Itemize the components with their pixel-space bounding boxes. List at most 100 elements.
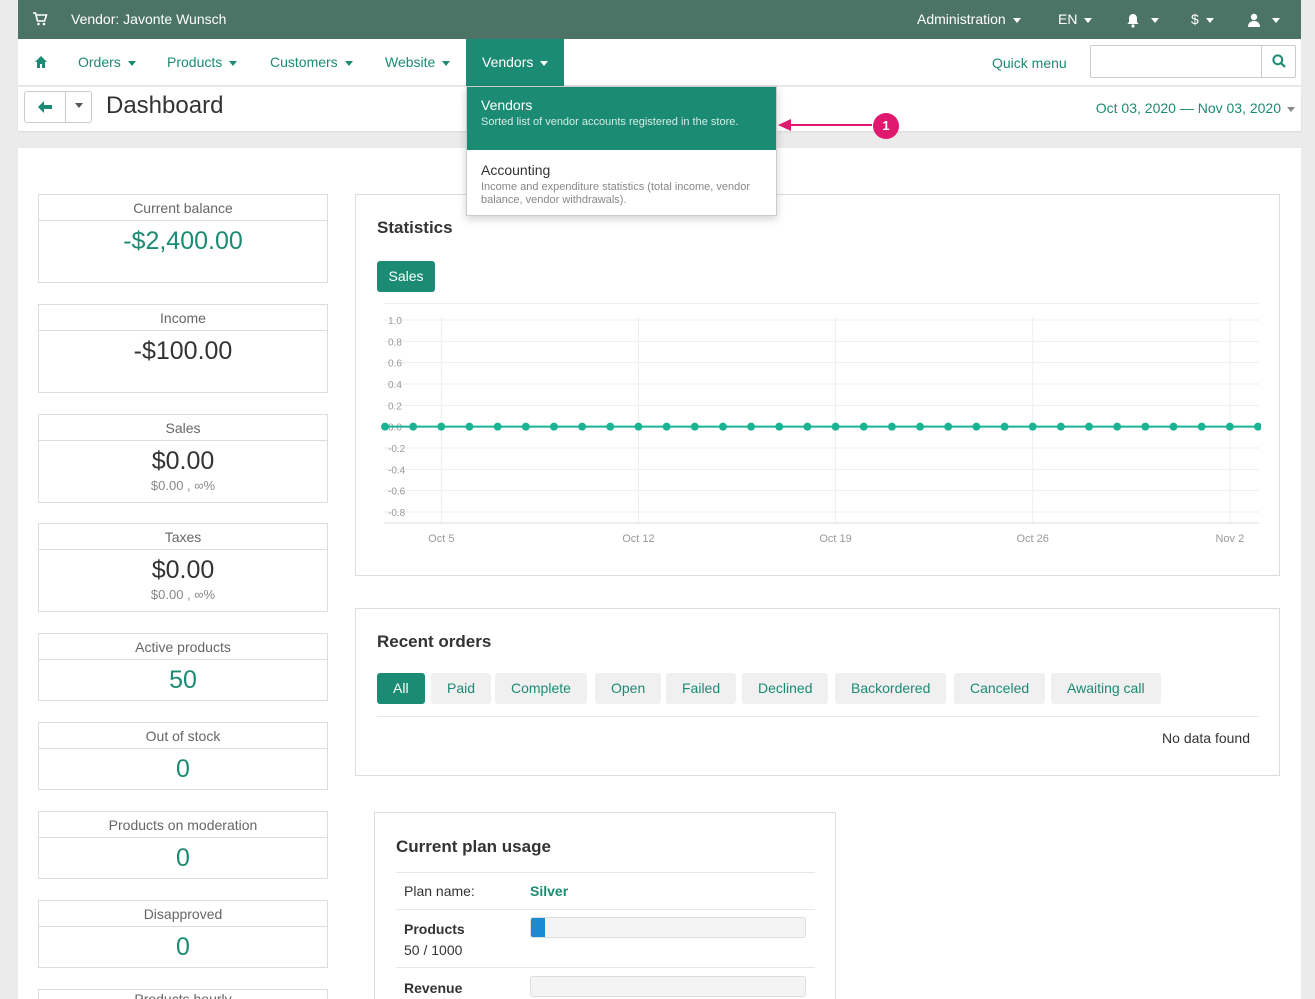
filter-open[interactable]: Open: [595, 673, 662, 704]
cart-icon[interactable]: [32, 11, 48, 27]
recent-orders-panel: Recent orders All Paid Complete Open Fai…: [355, 608, 1280, 776]
filter-declined[interactable]: Declined: [742, 673, 829, 704]
nav-website[interactable]: Website: [385, 39, 451, 86]
history-dropdown-button[interactable]: [65, 91, 92, 123]
y-tick-label: -0.4: [388, 465, 406, 476]
x-tick-label: Oct 19: [819, 533, 851, 545]
y-tick-label: 0.0: [388, 423, 402, 434]
filter-paid[interactable]: Paid: [431, 673, 492, 704]
stat-card-products-on-moderation[interactable]: Products on moderation 0: [38, 811, 328, 879]
filter-backordered[interactable]: Backordered: [835, 673, 947, 704]
annotation-badge: 1: [873, 113, 899, 139]
x-tick-label: Oct 12: [622, 533, 654, 545]
main-nav: Orders Products Customers Website Vendor…: [18, 39, 1301, 86]
back-button[interactable]: [24, 91, 66, 123]
menu-item-description: Sorted list of vendor accounts registere…: [481, 116, 739, 128]
data-point: [634, 422, 643, 431]
nav-orders[interactable]: Orders: [78, 39, 136, 86]
stat-value: $0.00: [151, 447, 215, 475]
data-point: [1254, 422, 1261, 431]
vendor-name: Vendor: Javonte Wunsch: [71, 11, 227, 27]
data-point: [718, 422, 727, 431]
data-point: [521, 422, 530, 431]
chevron-down-icon: [1012, 17, 1021, 23]
progress-fill: [531, 918, 545, 937]
menu-item-title: Vendors: [481, 97, 533, 113]
stat-card-current-balance: Current balance -$2,400.00: [38, 194, 328, 283]
administration-menu[interactable]: Administration: [917, 11, 1021, 27]
search-input[interactable]: [1091, 46, 1261, 77]
language-label: EN: [1058, 11, 1078, 27]
sales-tab[interactable]: Sales: [377, 261, 435, 292]
stat-label: Taxes: [39, 524, 327, 550]
plan-usage-panel: Current plan usage Plan name: Silver Pro…: [374, 812, 836, 999]
data-point: [831, 422, 840, 431]
data-point: [381, 422, 389, 431]
quick-menu-link[interactable]: Quick menu: [992, 55, 1067, 71]
data-point: [1197, 422, 1206, 431]
user-icon: [1248, 14, 1260, 28]
filter-complete[interactable]: Complete: [495, 673, 587, 704]
data-point: [775, 422, 784, 431]
filter-all[interactable]: All: [377, 673, 425, 704]
stat-card-taxes: Taxes $0.00 $0.00 , ∞%: [38, 523, 328, 612]
chevron-down-icon: [1272, 17, 1280, 23]
y-tick-label: -0.6: [388, 487, 406, 498]
stat-label: Disapproved: [39, 901, 327, 927]
data-point: [944, 422, 953, 431]
notifications-menu[interactable]: [1126, 11, 1159, 28]
chevron-down-icon: [1084, 17, 1093, 23]
data-point: [1225, 422, 1234, 431]
stat-value: 50: [169, 666, 197, 694]
divider: [396, 909, 815, 910]
top-bar: Vendor: Javonte Wunsch Administration EN…: [18, 0, 1301, 39]
stat-value: -$2,400.00: [123, 227, 243, 255]
nav-products[interactable]: Products: [167, 39, 238, 86]
filter-awaiting-call[interactable]: Awaiting call: [1051, 673, 1161, 704]
filter-failed[interactable]: Failed: [666, 673, 737, 704]
nav-customers[interactable]: Customers: [270, 39, 353, 86]
nav-vendors-label: Vendors: [482, 54, 534, 70]
y-tick-label: 0.8: [388, 337, 402, 348]
nav-orders-label: Orders: [78, 54, 121, 70]
menu-item-vendors[interactable]: Vendors Sorted list of vendor accounts r…: [467, 87, 776, 150]
nav-vendors[interactable]: Vendors: [466, 39, 565, 86]
data-point: [1085, 422, 1094, 431]
divider: [396, 872, 815, 873]
chevron-down-icon: [74, 103, 83, 109]
data-point: [1169, 422, 1178, 431]
currency-menu[interactable]: $: [1191, 11, 1214, 27]
y-tick-label: 0.4: [388, 380, 402, 391]
chevron-down-icon: [1151, 17, 1159, 23]
home-icon[interactable]: [34, 55, 48, 69]
stat-label: Income: [39, 305, 327, 331]
administration-label: Administration: [917, 11, 1006, 27]
user-menu[interactable]: [1247, 11, 1280, 28]
y-tick-label: 0.6: [388, 359, 402, 370]
revenue-usage-label: Revenue: [404, 980, 463, 996]
stat-label: Active products: [39, 634, 327, 660]
data-point: [662, 422, 671, 431]
language-menu[interactable]: EN: [1058, 11, 1093, 27]
filter-canceled[interactable]: Canceled: [954, 673, 1046, 704]
data-point: [493, 422, 502, 431]
menu-item-description: Income and expenditure statistics (total…: [481, 181, 751, 206]
data-point: [437, 422, 446, 431]
vendors-dropdown-menu: Vendors Sorted list of vendor accounts r…: [466, 86, 777, 216]
x-tick-label: Oct 5: [428, 533, 454, 545]
plan-name-label: Plan name:: [404, 883, 475, 899]
stat-card-sales: Sales $0.00 $0.00 , ∞%: [38, 414, 328, 503]
page-title: Dashboard: [106, 92, 224, 119]
stat-card-disapproved[interactable]: Disapproved 0: [38, 900, 328, 968]
chevron-down-icon: [1205, 17, 1214, 23]
stat-card-out-of-stock[interactable]: Out of stock 0: [38, 722, 328, 790]
data-point: [1000, 422, 1009, 431]
stat-card-active-products[interactable]: Active products 50: [38, 633, 328, 701]
data-point: [1113, 422, 1122, 431]
date-range-picker[interactable]: Oct 03, 2020 — Nov 03, 2020: [1096, 100, 1295, 116]
search-button[interactable]: [1261, 46, 1295, 77]
chevron-down-icon: [344, 60, 353, 66]
data-point: [409, 422, 418, 431]
recent-orders-title: Recent orders: [377, 632, 492, 651]
menu-item-accounting[interactable]: Accounting Income and expenditure statis…: [467, 152, 776, 215]
